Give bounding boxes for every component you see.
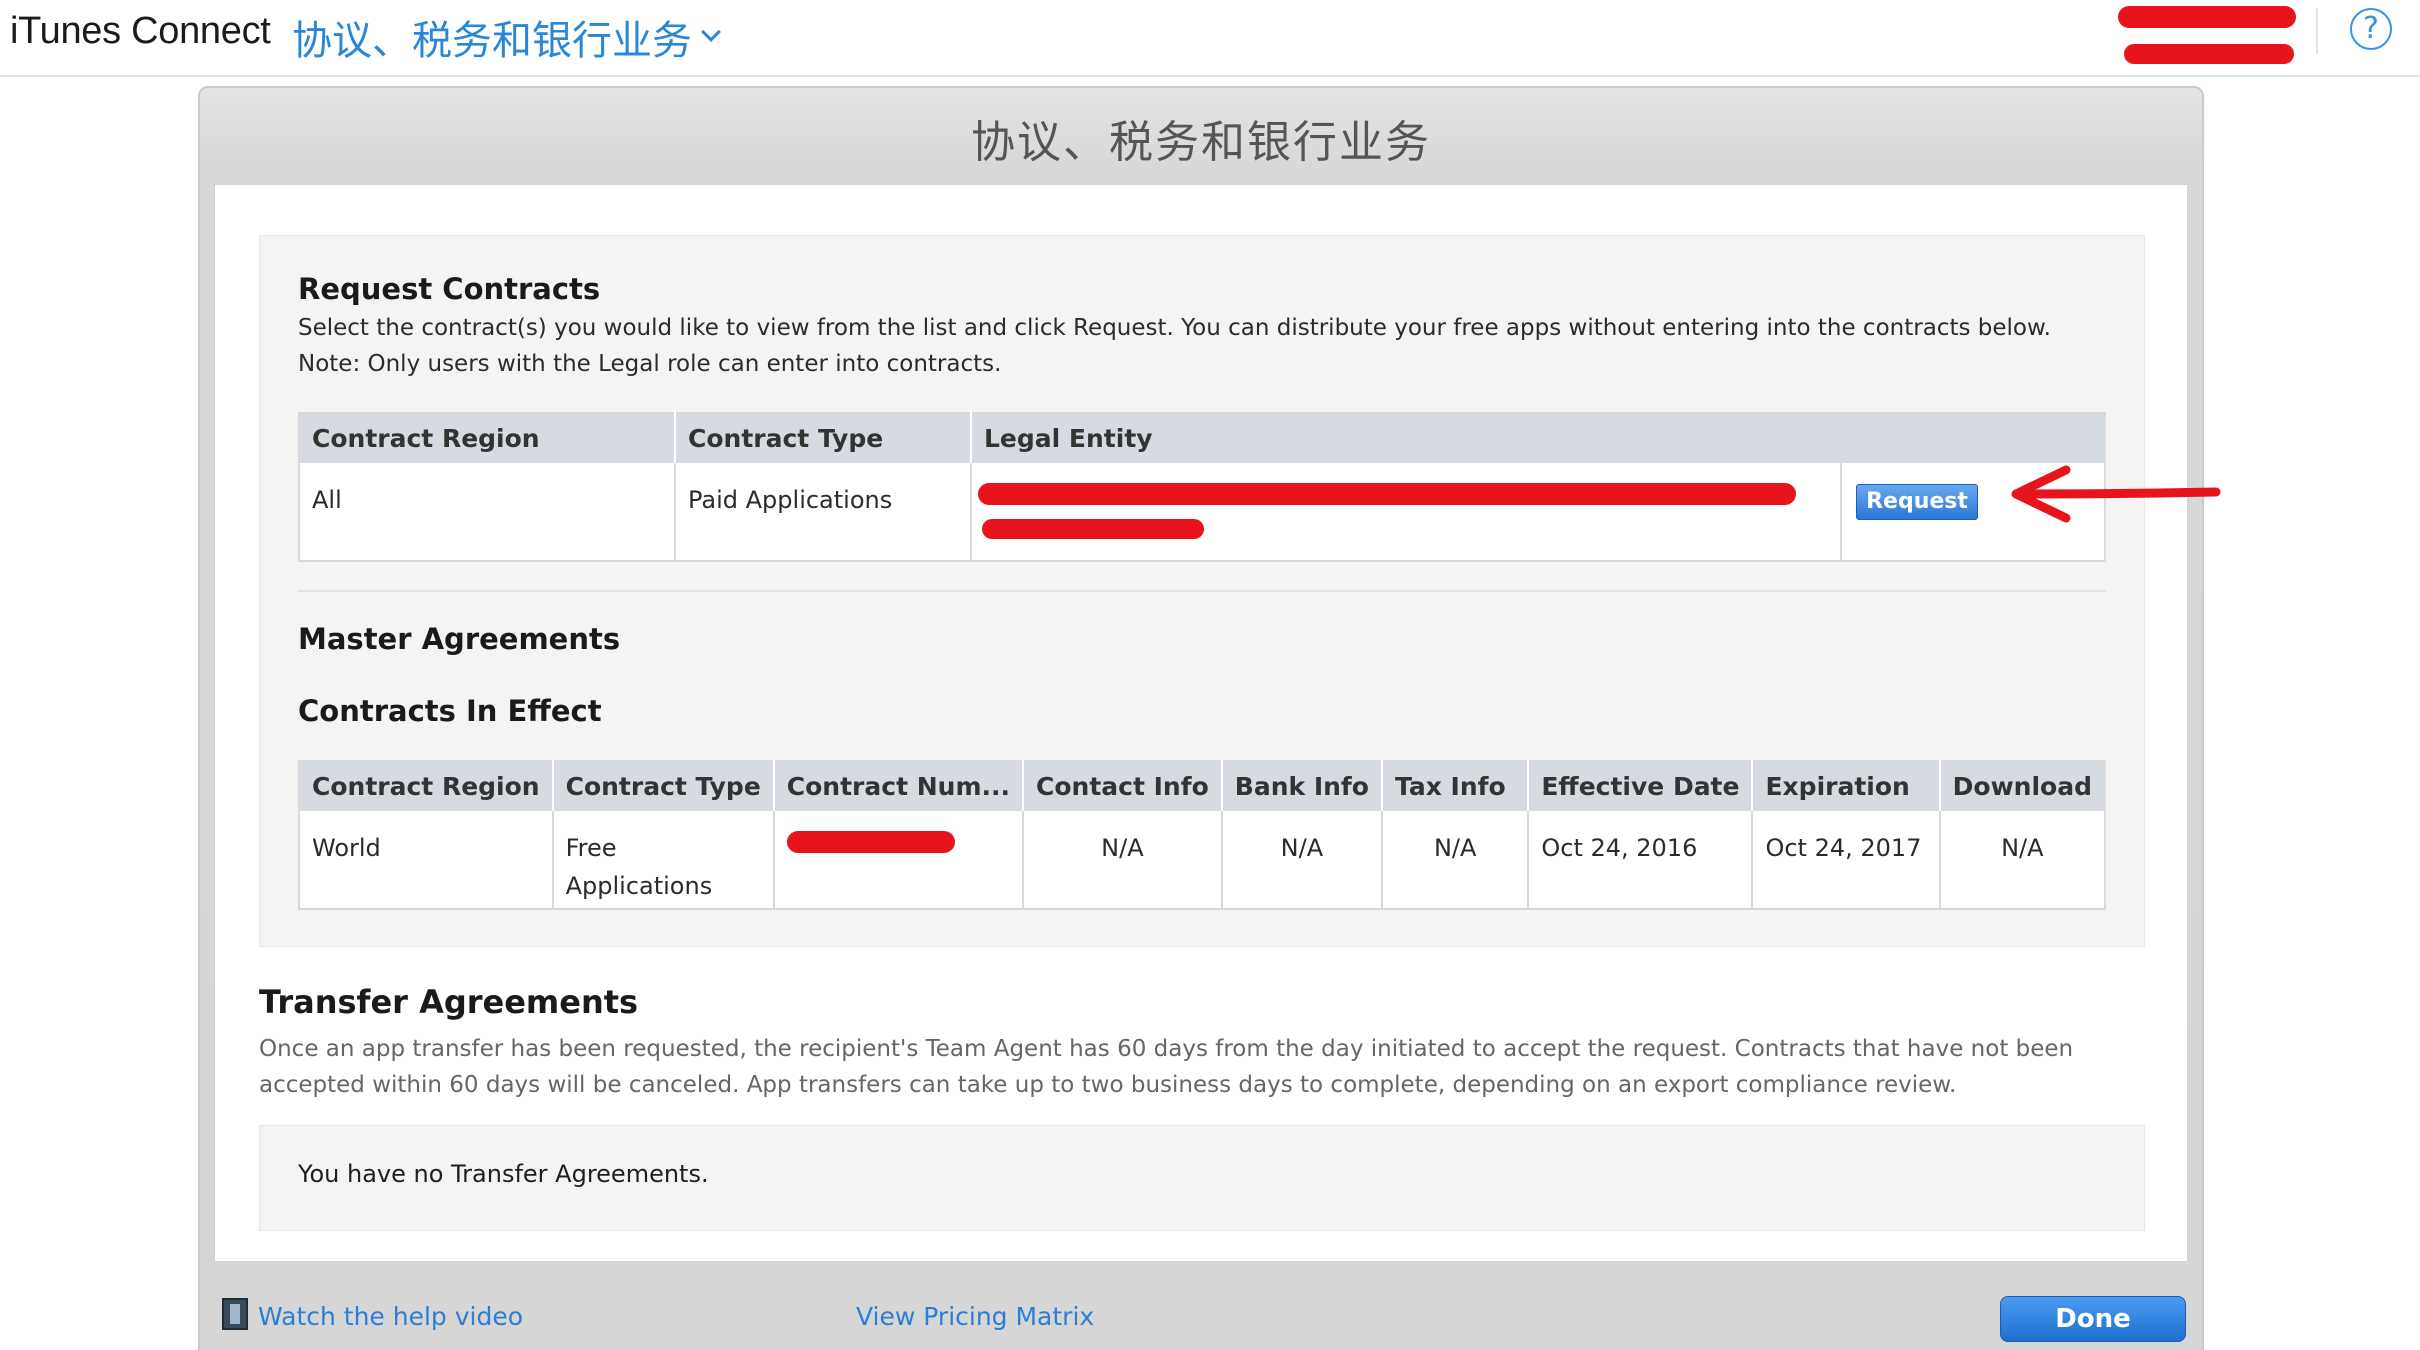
modal-title: 协议、税务和银行业务	[971, 117, 1431, 168]
request-contracts-note: Note: Only users with the Legal role can…	[298, 351, 1002, 377]
transfer-desc-line2: accepted within 60 days will be canceled…	[259, 1072, 1957, 1098]
transfer-empty-message: You have no Transfer Agreements.	[298, 1160, 709, 1188]
column-header: Contract Region	[299, 413, 676, 463]
table-row: World Free Applications N/A N/A N/A Oct …	[299, 811, 2105, 909]
column-header: Contact Info	[1023, 761, 1223, 811]
column-header: Contract Region	[299, 761, 554, 811]
cell-effective-date: Oct 24, 2016	[1528, 811, 1754, 909]
request-contracts-table: Contract Region Contract Type Legal Enti…	[298, 412, 2106, 562]
cell-type: Free Applications	[552, 811, 775, 909]
cell-region: World	[299, 811, 554, 909]
section-menu-label: 协议、税务和银行业务	[292, 18, 692, 64]
cell-type-line1: Free	[565, 834, 617, 862]
redacted-legal-entity-line2	[982, 519, 1204, 539]
cell-type-line2: Applications	[565, 872, 713, 900]
redacted-user-account	[2124, 44, 2294, 64]
column-header: Expiration	[1752, 761, 1941, 811]
transfer-agreements-desc: Once an app transfer has been requested,…	[259, 1031, 2119, 1103]
done-button[interactable]: Done	[2000, 1296, 2186, 1342]
column-header: Tax Info	[1382, 761, 1530, 811]
redacted-contract-number	[786, 831, 955, 853]
transfer-agreements-box: You have no Transfer Agreements.	[259, 1125, 2145, 1231]
cell-expiration: Oct 24, 2017	[1752, 811, 1941, 909]
section-divider	[298, 590, 2106, 592]
column-header: Bank Info	[1221, 761, 1384, 811]
chevron-down-icon	[701, 22, 721, 42]
cell-type: Paid Applications	[675, 463, 972, 561]
cell-action: Request	[1841, 463, 2105, 561]
table-header-row: Contract Region Contract Type Legal Enti…	[299, 413, 2105, 463]
help-icon[interactable]: ?	[2350, 8, 2392, 50]
table-row: All Paid Applications Request	[299, 463, 2105, 561]
section-menu[interactable]: 协议、税务和银行业务	[292, 8, 721, 66]
cell-download: N/A	[2001, 834, 2044, 862]
column-header: Contract Type	[675, 413, 972, 463]
modal-body: Request Contracts Select the contract(s)…	[214, 184, 2188, 1262]
cell-bank-info: N/A	[1221, 811, 1384, 909]
request-contracts-heading: Request Contracts	[298, 272, 601, 306]
cell-tax-info: N/A	[1382, 811, 1530, 909]
cell-contract-number	[773, 811, 1025, 909]
request-button[interactable]: Request	[1856, 484, 1978, 520]
table-header-row: Contract Region Contract Type Contract N…	[299, 761, 2105, 811]
watch-help-video-link[interactable]: Watch the help video	[258, 1302, 523, 1331]
contracts-in-effect-table: Contract Region Contract Type Contract N…	[298, 760, 2106, 910]
contracts-in-effect-heading: Contracts In Effect	[298, 694, 602, 728]
video-icon[interactable]	[222, 1298, 248, 1330]
column-header: Contract Type	[552, 761, 775, 811]
divider	[2316, 8, 2318, 54]
redacted-legal-entity	[978, 483, 1796, 505]
column-header: Legal Entity	[971, 413, 2105, 463]
redacted-user-name	[2118, 6, 2296, 28]
master-agreements-heading: Master Agreements	[298, 622, 621, 656]
cell-legal-entity	[971, 463, 1842, 561]
request-contracts-desc: Select the contract(s) you would like to…	[298, 315, 2051, 341]
column-header: Effective Date	[1528, 761, 1754, 811]
column-header: Contract Num...	[773, 761, 1025, 811]
column-header: Download	[1939, 761, 2105, 811]
top-bar: iTunes Connect 协议、税务和银行业务 ?	[0, 0, 2420, 77]
cell-contact-info: N/A	[1023, 811, 1223, 909]
transfer-desc-line1: Once an app transfer has been requested,…	[259, 1036, 2074, 1062]
app-title[interactable]: iTunes Connect	[10, 10, 271, 53]
contracts-panel: Request Contracts Select the contract(s)…	[259, 235, 2145, 947]
cell-region: All	[299, 463, 676, 561]
agreements-modal: 协议、税务和银行业务 Request Contracts Select the …	[198, 86, 2204, 1350]
transfer-agreements-heading: Transfer Agreements	[259, 983, 639, 1021]
view-pricing-matrix-link[interactable]: View Pricing Matrix	[856, 1302, 1094, 1331]
